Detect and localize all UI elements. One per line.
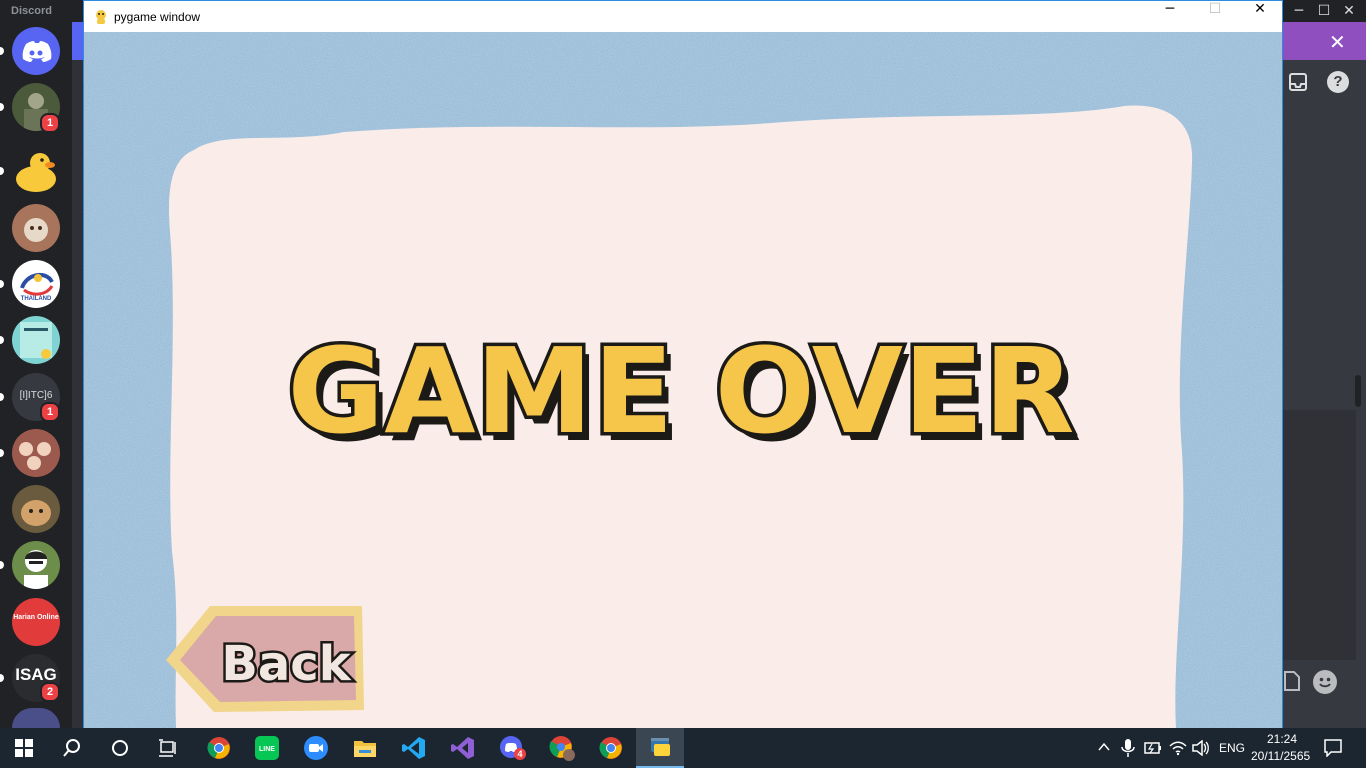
server-isag-badge: 2	[40, 682, 60, 702]
unread-indicator	[0, 393, 4, 401]
server-icon-partial[interactable]	[12, 708, 60, 728]
harian-label: Harian Online	[13, 614, 59, 621]
server-icon-dog[interactable]	[12, 485, 60, 533]
server-icon-7[interactable]	[12, 429, 60, 477]
clock-time[interactable]: 21:24	[1267, 732, 1297, 746]
home-indicator	[0, 47, 4, 55]
cortana-button[interactable]	[96, 728, 144, 768]
server-itc-badge: 1	[40, 402, 60, 422]
back-arrow-tag-icon: Back	[166, 606, 364, 712]
taskbar-zoom[interactable]	[292, 728, 340, 768]
back-button[interactable]: Back	[164, 602, 369, 715]
pygame-snake-icon	[96, 10, 106, 24]
discord-minimize-icon[interactable]: ─	[1290, 2, 1308, 20]
banner-close-icon[interactable]: ✕	[1329, 30, 1346, 54]
clock-date[interactable]: 20/11/2565	[1251, 749, 1310, 763]
discord-logo-icon	[22, 41, 52, 62]
unread-indicator	[0, 449, 4, 457]
unread-indicator	[0, 280, 4, 288]
windows-taskbar: LINE 4 ENG 21:24 20/11/2565	[0, 728, 1366, 768]
pygame-window: pygame window ─ ☐ ✕ GAME OVER GAME OVER	[83, 0, 1283, 728]
language-indicator[interactable]: ENG	[1219, 741, 1245, 755]
svg-text:LINE: LINE	[259, 746, 275, 753]
discord-close-icon[interactable]: ✕	[1340, 2, 1358, 20]
discord-notice-banner: ✕	[1283, 22, 1366, 60]
visual-studio-icon	[451, 737, 474, 759]
taskbar-chrome-2[interactable]	[587, 728, 635, 768]
back-label: Back	[221, 636, 351, 692]
battery-icon[interactable]	[1144, 741, 1162, 755]
game-canvas[interactable]: GAME OVER GAME OVER Back	[84, 32, 1282, 728]
notifications-icon[interactable]	[1324, 739, 1342, 758]
show-hidden-icons[interactable]	[1097, 740, 1111, 754]
server-icon-duck[interactable]	[12, 147, 60, 195]
zoom-icon	[304, 736, 328, 760]
search-icon	[63, 739, 80, 757]
poster-icon	[20, 322, 52, 359]
emoji-icon[interactable]	[1313, 670, 1337, 694]
dog-icon	[21, 500, 51, 526]
chrome-icon	[207, 737, 230, 759]
inbox-icon[interactable]	[1288, 72, 1308, 92]
taskbar-visual-studio[interactable]	[439, 728, 487, 768]
discord-home-button[interactable]	[12, 27, 60, 75]
vscode-icon	[402, 737, 425, 759]
discord-taskbar-badge: 4	[514, 748, 526, 760]
group-photo-icon	[19, 442, 51, 470]
title-text: GAME OVER	[287, 322, 1074, 460]
taskbar-vscode[interactable]	[390, 728, 438, 768]
discord-window-bar: ─ ☐ ✕	[1283, 0, 1366, 22]
duck-icon	[16, 153, 56, 192]
unread-indicator	[0, 103, 4, 111]
unread-indicator	[0, 561, 4, 569]
unread-indicator	[0, 674, 4, 682]
pygame-window-title: pygame window	[114, 10, 201, 24]
pygame-titlebar: pygame window ─ ☐ ✕	[84, 1, 1282, 32]
start-button[interactable]	[0, 728, 48, 768]
pygame-minimize-button[interactable]: ─	[1147, 1, 1193, 32]
pygame-maximize-button[interactable]: ☐	[1192, 1, 1238, 32]
server-icon-9[interactable]	[12, 541, 60, 589]
chrome-icon	[599, 737, 622, 759]
sketch-avatar-icon	[24, 550, 48, 589]
server-icon-5[interactable]	[12, 316, 60, 364]
taskbar-chrome-profile[interactable]	[538, 728, 586, 768]
photo-icon	[24, 218, 48, 242]
help-icon[interactable]: ?	[1327, 71, 1349, 93]
attach-file-icon[interactable]	[1283, 670, 1301, 692]
unread-indicator	[0, 336, 4, 344]
itc-label: [I]ITC]6	[19, 390, 53, 401]
thailand-label: THAILAND	[20, 296, 52, 302]
discord-server-rail: Discord 1 THAILAND [I]ITC]6 1 Harian Onl…	[0, 0, 72, 728]
cortana-circle-icon	[112, 740, 128, 756]
server-icon-thailand[interactable]: THAILAND	[12, 260, 60, 308]
folder-icon	[354, 741, 376, 757]
pygame-close-button[interactable]: ✕	[1237, 1, 1283, 32]
server-icon-harian[interactable]: Harian Online	[12, 598, 60, 646]
chrome-profile-icon	[549, 736, 575, 761]
search-button[interactable]	[48, 728, 96, 768]
server-1-badge: 1	[40, 113, 60, 133]
taskbar-python[interactable]	[636, 728, 684, 768]
microphone-icon[interactable]	[1121, 739, 1135, 757]
discord-wordmark: Discord	[11, 5, 52, 17]
task-view-button[interactable]	[144, 728, 192, 768]
wifi-icon[interactable]	[1169, 740, 1187, 756]
discord-message-panel	[1283, 410, 1356, 660]
unread-indicator	[0, 167, 4, 175]
taskbar-chrome[interactable]	[195, 728, 243, 768]
discord-scrollbar[interactable]	[1355, 375, 1361, 407]
volume-icon[interactable]	[1192, 739, 1210, 757]
python-icon	[651, 738, 670, 756]
taskbar-line[interactable]: LINE	[243, 728, 291, 768]
discord-maximize-icon[interactable]: ☐	[1315, 2, 1333, 20]
taskbar-file-explorer[interactable]	[341, 728, 389, 768]
line-app-icon: LINE	[255, 736, 279, 760]
task-view-icon	[159, 739, 176, 757]
server-icon-3[interactable]	[12, 204, 60, 252]
windows-logo-icon	[15, 739, 33, 757]
game-over-title: GAME OVER GAME OVER	[284, 319, 1082, 469]
taskbar-discord[interactable]: 4	[488, 728, 536, 768]
